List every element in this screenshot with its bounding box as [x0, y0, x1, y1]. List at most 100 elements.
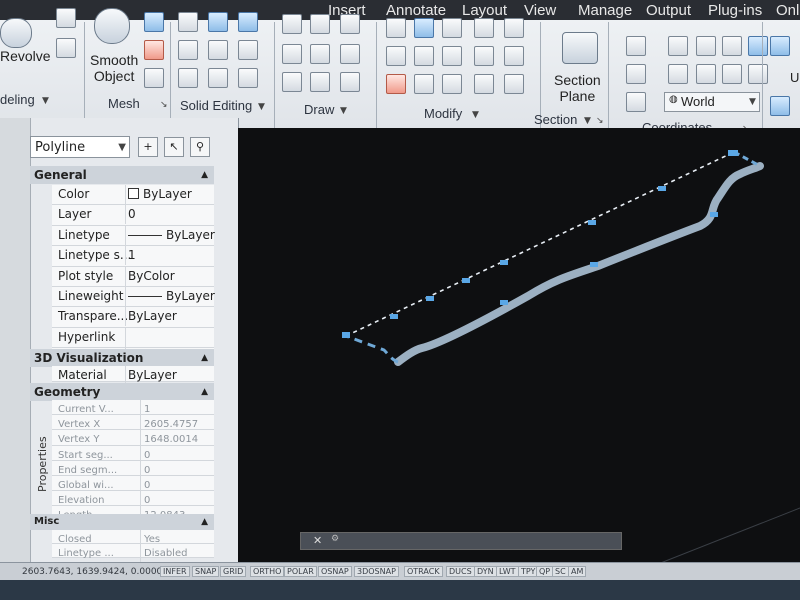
status-toggle-ortho[interactable]: ORTHO: [250, 566, 285, 577]
smooth-object-icon[interactable]: [94, 8, 130, 44]
property-row[interactable]: Lineweight ByLayer: [52, 287, 215, 308]
imprint-icon[interactable]: [208, 40, 228, 60]
object-type-select[interactable]: Polyline ▼: [30, 136, 130, 158]
close-icon[interactable]: ✕: [313, 534, 322, 547]
ellipse-icon[interactable]: [340, 72, 360, 92]
status-toggle-snap[interactable]: SNAP: [192, 566, 220, 577]
chevron-down-icon[interactable]: ▼: [42, 96, 49, 106]
separate-icon[interactable]: [238, 12, 258, 32]
check-icon[interactable]: [238, 68, 258, 88]
section-plane-button[interactable]: Section Plane: [554, 72, 601, 104]
property-row[interactable]: Global wi... 0: [52, 476, 214, 495]
mesh-crease-icon[interactable]: [144, 68, 164, 88]
break-icon[interactable]: [504, 18, 524, 38]
property-value[interactable]: ByColor: [128, 269, 175, 283]
mesh-panel-title[interactable]: Mesh: [108, 96, 140, 111]
midpoint-grip[interactable]: [658, 186, 666, 191]
revolve-button[interactable]: Revolve: [0, 48, 51, 64]
status-toggle-sc[interactable]: SC: [552, 566, 569, 577]
rectangle-icon[interactable]: [310, 72, 330, 92]
ucs-y-icon[interactable]: [696, 64, 716, 84]
section-plane-icon[interactable]: [562, 32, 598, 64]
status-toggle-qp[interactable]: QP: [536, 566, 554, 577]
midpoint-grip[interactable]: [390, 314, 398, 319]
ucs-3point-icon[interactable]: [748, 36, 768, 56]
view-cube-icon[interactable]: [770, 36, 790, 56]
chevron-down-icon[interactable]: ▼: [472, 110, 479, 120]
midpoint-grip[interactable]: [500, 260, 508, 265]
status-toggle-3dosnap[interactable]: 3DOSNAP: [354, 566, 399, 577]
property-value[interactable]: ByLayer: [128, 368, 177, 382]
3d-rotate-icon[interactable]: [414, 18, 434, 38]
circle-icon[interactable]: [340, 44, 360, 64]
mirror-icon[interactable]: [414, 74, 434, 94]
stretch-icon[interactable]: [386, 46, 406, 66]
property-row[interactable]: Material ByLayer: [52, 366, 214, 385]
property-value[interactable]: ByLayer: [128, 228, 215, 242]
tab-manage[interactable]: Manage: [578, 2, 632, 19]
revolve-icon[interactable]: [0, 18, 32, 48]
property-value[interactable]: 2605.4757: [144, 419, 198, 430]
midpoint-grip[interactable]: [588, 220, 596, 225]
align-icon[interactable]: [474, 18, 494, 38]
property-row[interactable]: End segm... 0: [52, 460, 214, 480]
modify-panel-title[interactable]: Modify: [424, 106, 462, 121]
3d-move-icon[interactable]: [442, 18, 462, 38]
dialog-launcher-icon[interactable]: ↘: [596, 116, 604, 126]
polyline-path[interactable]: [394, 162, 764, 366]
palette-title-strip[interactable]: [0, 118, 31, 564]
polyline-dashed-edge[interactable]: [345, 151, 735, 337]
property-value[interactable]: 0: [144, 480, 150, 491]
property-row[interactable]: Elevation 0: [52, 491, 214, 511]
tab-view[interactable]: View: [524, 2, 556, 19]
offset-icon[interactable]: [474, 46, 494, 66]
property-value[interactable]: 1: [144, 404, 150, 415]
property-row[interactable]: Hyperlink: [52, 327, 214, 349]
arc-icon[interactable]: [282, 14, 302, 34]
midpoint-grip[interactable]: [590, 262, 598, 267]
intersect-icon[interactable]: [178, 68, 198, 88]
status-toggle-ducs[interactable]: DUCS: [446, 566, 475, 577]
property-row[interactable]: Linetype ByLayer: [52, 225, 215, 247]
status-toggle-am[interactable]: AM: [568, 566, 587, 577]
solid-editing-panel-title[interactable]: Solid Editing: [180, 98, 252, 113]
mesh-refine-icon[interactable]: [144, 40, 164, 60]
property-row[interactable]: Layer 0: [52, 205, 214, 226]
midpoint-grip[interactable]: [462, 278, 470, 283]
select-objects-button[interactable]: ↖: [164, 137, 184, 157]
property-row[interactable]: Vertex X 2605.4757: [52, 415, 214, 435]
dialog-launcher-icon[interactable]: ↘: [160, 100, 168, 110]
clean-icon[interactable]: [208, 68, 228, 88]
copy-icon[interactable]: [442, 74, 462, 94]
section-geometry[interactable]: Geometry ▲: [30, 383, 214, 401]
status-toggle-grid[interactable]: GRID: [220, 566, 247, 577]
midpoint-grip[interactable]: [500, 300, 508, 305]
trim-icon[interactable]: [474, 74, 494, 94]
ucs-origin-icon[interactable]: [696, 36, 716, 56]
property-row[interactable]: Current V... 1: [52, 400, 214, 419]
ucs-z-icon[interactable]: [722, 64, 742, 84]
ucs-icon-label[interactable]: U: [790, 70, 799, 85]
polyline-icon[interactable]: [310, 44, 330, 64]
property-value[interactable]: ByLayer: [128, 187, 192, 201]
status-toggle-otrack[interactable]: OTRACK: [404, 566, 443, 577]
erase-icon[interactable]: [386, 74, 406, 94]
spline-icon[interactable]: [282, 44, 302, 64]
vertex-grip[interactable]: [342, 332, 350, 338]
ucs-object-icon[interactable]: [748, 64, 768, 84]
hatch-icon[interactable]: [310, 14, 330, 34]
ucs-world-icon[interactable]: [626, 64, 646, 84]
chevron-down-icon[interactable]: ▼: [584, 116, 591, 126]
property-value[interactable]: 0: [144, 450, 150, 461]
tab-layout[interactable]: Layout: [462, 2, 507, 19]
extract-icon[interactable]: [208, 12, 228, 32]
line-icon[interactable]: [340, 14, 360, 34]
mesh-box-icon[interactable]: [144, 12, 164, 32]
edit-polyline-icon[interactable]: [504, 46, 524, 66]
property-row[interactable]: Color ByLayer: [52, 185, 214, 206]
polygon-icon[interactable]: [282, 72, 302, 92]
union-icon[interactable]: [178, 12, 198, 32]
property-value[interactable]: 0: [144, 465, 150, 476]
modeling-panel-title[interactable]: deling: [0, 92, 35, 107]
ucs-dropdown[interactable]: ◍ World ▼: [664, 92, 760, 112]
